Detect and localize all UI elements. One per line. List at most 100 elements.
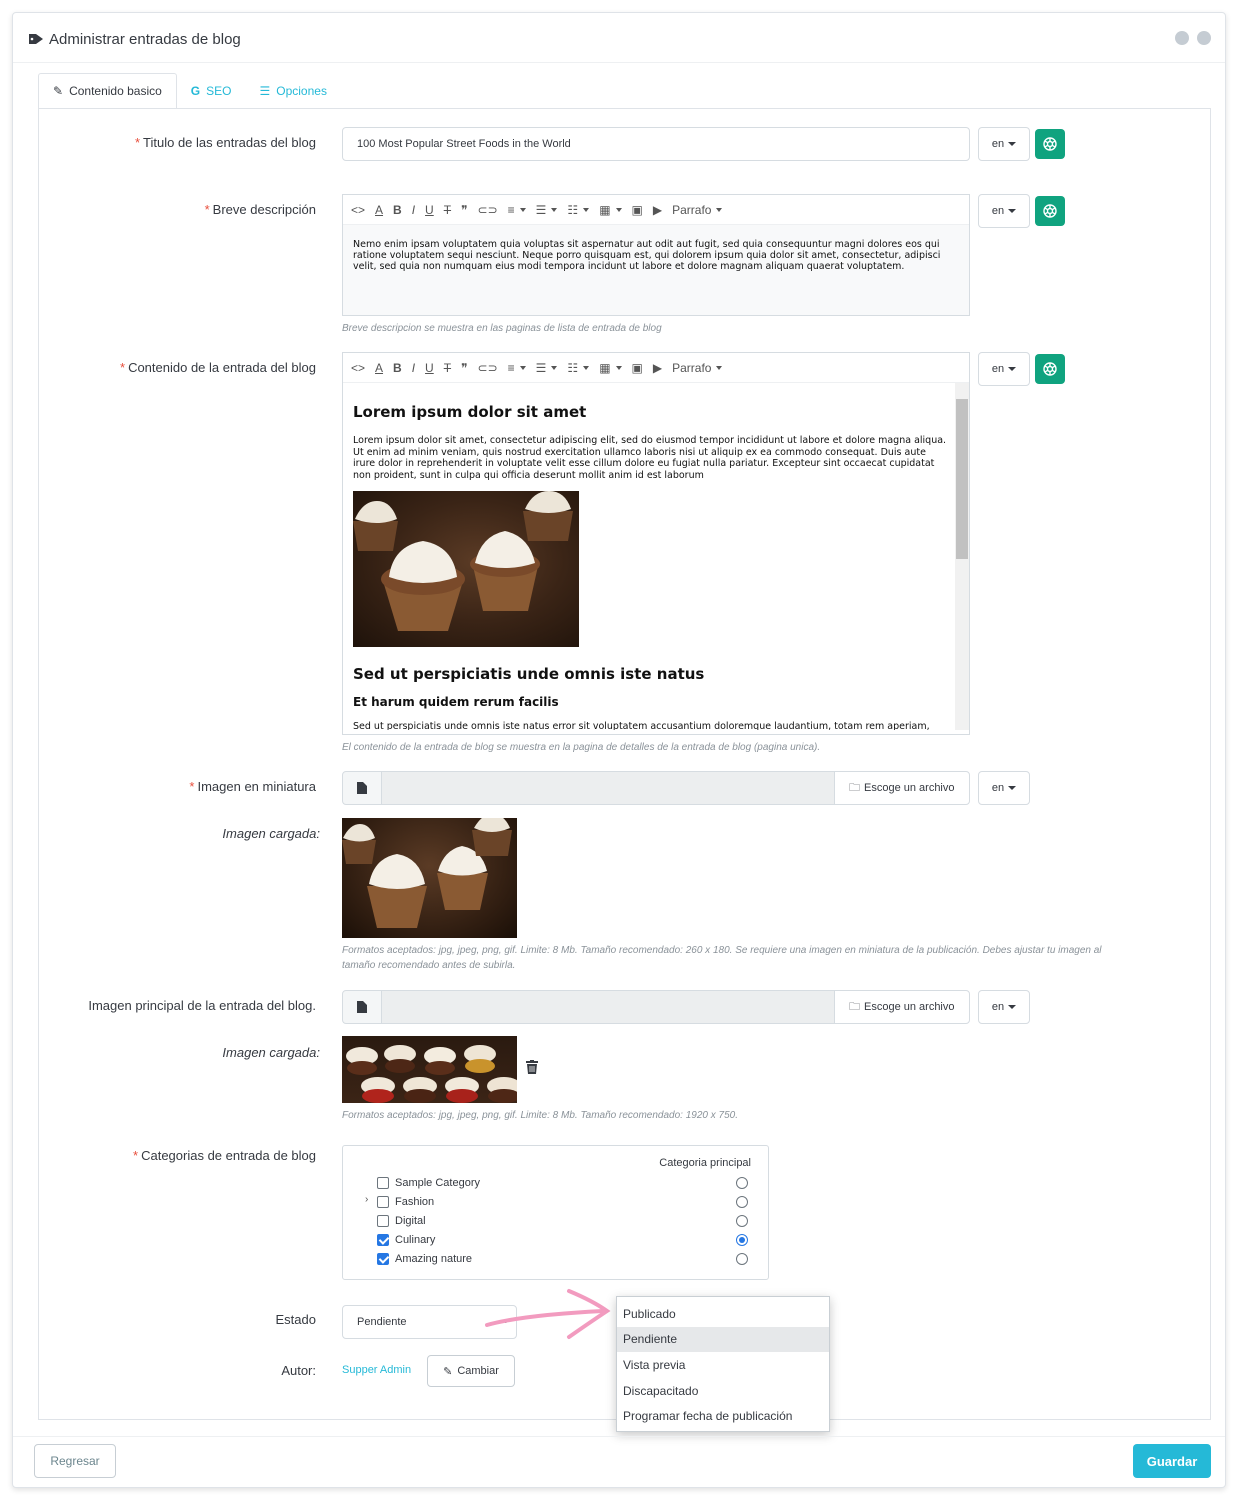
image-icon[interactable]: ▣ xyxy=(632,203,643,217)
main-image-choose-button[interactable]: 🗀 Escoge un archivo xyxy=(834,990,970,1024)
content-editor[interactable]: <> A B I U T ❞ ⊂⊃ ≡ ☰ ☷ ▦ ▣ ▶ Parrafo Lo… xyxy=(342,352,970,735)
bold-icon[interactable]: B xyxy=(393,361,402,375)
link-icon[interactable]: ⊂⊃ xyxy=(478,203,498,217)
status-option-preview[interactable]: Vista previa xyxy=(617,1352,829,1378)
checkbox[interactable] xyxy=(377,1253,389,1265)
footer-divider xyxy=(13,1436,1225,1437)
main-image-file-field[interactable] xyxy=(382,990,834,1024)
main-image-lang-dropdown[interactable]: en xyxy=(978,990,1030,1024)
underline-icon[interactable]: U xyxy=(425,361,434,375)
strikethrough-icon[interactable]: T xyxy=(444,203,451,217)
checkbox[interactable] xyxy=(377,1196,389,1208)
change-author-button[interactable]: ✎ Cambiar xyxy=(427,1355,515,1387)
bold-icon[interactable]: B xyxy=(393,203,402,217)
category-tree: Categoria principal Sample Category › Fa… xyxy=(342,1145,769,1280)
text-color-icon[interactable]: A xyxy=(375,361,383,375)
chatgpt-icon[interactable] xyxy=(1035,129,1065,159)
checkbox[interactable] xyxy=(377,1215,389,1227)
file-icon xyxy=(342,990,382,1024)
status-label: Estado xyxy=(275,1312,316,1327)
chevron-right-icon[interactable]: › xyxy=(365,1194,368,1205)
short-desc-lang-dropdown[interactable]: en xyxy=(978,194,1030,228)
status-option-pending[interactable]: Pendiente xyxy=(617,1326,829,1353)
edit-icon: ✎ xyxy=(53,84,64,98)
chatgpt-icon[interactable] xyxy=(1035,354,1065,384)
content-scrollbar[interactable] xyxy=(955,383,969,730)
zoom-icon[interactable] xyxy=(1175,31,1189,45)
annotation-arrow xyxy=(485,1289,611,1339)
italic-icon[interactable]: I xyxy=(412,203,415,217)
primary-category-radio[interactable] xyxy=(736,1215,748,1227)
author-link[interactable]: Supper Admin xyxy=(342,1364,411,1376)
status-option-published[interactable]: Publicado xyxy=(617,1301,829,1327)
category-item[interactable]: Sample Category xyxy=(377,1175,480,1191)
content-heading-1: Lorem ipsum dolor sit amet xyxy=(353,403,587,421)
main-image-file-input[interactable]: 🗀 Escoge un archivo xyxy=(342,990,970,1024)
code-view-icon[interactable]: <> xyxy=(351,203,365,217)
checkbox[interactable] xyxy=(377,1177,389,1189)
video-icon[interactable]: ▶ xyxy=(653,203,662,217)
italic-icon[interactable]: I xyxy=(412,361,415,375)
category-item[interactable]: Digital xyxy=(377,1213,426,1229)
status-option-schedule[interactable]: Programar fecha de publicación xyxy=(617,1403,829,1429)
cupcake-image xyxy=(353,491,579,647)
code-view-icon[interactable]: <> xyxy=(351,361,365,375)
video-icon[interactable]: ▶ xyxy=(653,361,662,375)
category-item[interactable]: Culinary xyxy=(377,1232,435,1248)
tab-basic-content[interactable]: ✎ Contenido basico xyxy=(38,73,177,109)
checkbox[interactable] xyxy=(377,1234,389,1246)
editor-toolbar: <> A B I U T ❞ ⊂⊃ ≡ ☰ ☷ ▦ ▣ ▶ Parrafo xyxy=(343,195,969,225)
image-icon[interactable]: ▣ xyxy=(632,361,643,375)
primary-category-radio[interactable] xyxy=(736,1234,748,1246)
content-lang-dropdown[interactable]: en xyxy=(978,352,1030,386)
paragraph-format-dropdown[interactable]: Parrafo xyxy=(672,203,723,217)
chatgpt-icon[interactable] xyxy=(1035,196,1065,226)
numbered-list-icon[interactable]: ☷ xyxy=(567,361,590,375)
table-icon[interactable]: ▦ xyxy=(599,203,622,217)
scroll-thumb[interactable] xyxy=(956,399,968,559)
thumbnail-lang-dropdown[interactable]: en xyxy=(978,771,1030,805)
tab-seo[interactable]: G SEO xyxy=(177,73,246,109)
thumbnail-file-field[interactable] xyxy=(382,771,834,805)
short-desc-editor[interactable]: <> A B I U T ❞ ⊂⊃ ≡ ☰ ☷ ▦ ▣ ▶ Parrafo Ne… xyxy=(342,194,970,316)
align-icon[interactable]: ≡ xyxy=(508,203,526,217)
status-dropdown-list[interactable]: Publicado Pendiente Vista previa Discapa… xyxy=(616,1296,830,1432)
add-circle-icon[interactable] xyxy=(1197,31,1211,45)
primary-category-radio[interactable] xyxy=(736,1196,748,1208)
panel-title: Administrar entradas de blog xyxy=(49,31,241,48)
primary-category-header: Categoria principal xyxy=(659,1157,751,1169)
content-label: * Contenido de la entrada del blog xyxy=(120,360,316,375)
thumbnail-label: * Imagen en miniatura xyxy=(189,779,316,794)
text-color-icon[interactable]: A xyxy=(375,203,383,217)
google-icon: G xyxy=(190,84,201,98)
bullet-list-icon[interactable]: ☰ xyxy=(536,361,558,375)
numbered-list-icon[interactable]: ☷ xyxy=(567,203,590,217)
quote-icon[interactable]: ❞ xyxy=(461,361,467,375)
underline-icon[interactable]: U xyxy=(425,203,434,217)
category-item[interactable]: Fashion xyxy=(377,1194,434,1210)
align-icon[interactable]: ≡ xyxy=(508,361,526,375)
short-desc-text[interactable]: Nemo enim ipsam voluptatem quia voluptas… xyxy=(343,225,969,315)
primary-category-radio[interactable] xyxy=(736,1177,748,1189)
trash-icon[interactable] xyxy=(526,1060,538,1074)
tag-icon xyxy=(29,34,43,44)
title-lang-dropdown[interactable]: en xyxy=(978,127,1030,161)
thumbnail-help: Formatos aceptados: jpg, jpeg, png, gif.… xyxy=(342,945,1102,971)
tab-options[interactable]: ☰ Opciones xyxy=(245,73,340,109)
table-icon[interactable]: ▦ xyxy=(599,361,622,375)
category-item[interactable]: Amazing nature xyxy=(377,1251,472,1267)
quote-icon[interactable]: ❞ xyxy=(461,203,467,217)
thumbnail-choose-button[interactable]: 🗀 Escoge un archivo xyxy=(834,771,970,805)
back-button[interactable]: Regresar xyxy=(34,1444,116,1478)
link-icon[interactable]: ⊂⊃ xyxy=(478,361,498,375)
content-text-area[interactable]: Lorem ipsum dolor sit amet Lorem ipsum d… xyxy=(343,383,969,730)
title-input[interactable]: 100 Most Popular Street Foods in the Wor… xyxy=(342,127,970,161)
paragraph-format-dropdown[interactable]: Parrafo xyxy=(672,361,723,375)
save-button[interactable]: Guardar xyxy=(1133,1444,1211,1478)
strikethrough-icon[interactable]: T xyxy=(444,361,451,375)
thumbnail-file-input[interactable]: 🗀 Escoge un archivo xyxy=(342,771,970,805)
bullet-list-icon[interactable]: ☰ xyxy=(536,203,558,217)
status-option-disabled[interactable]: Discapacitado xyxy=(617,1378,829,1404)
content-help: El contenido de la entrada de blog se mu… xyxy=(342,742,821,753)
primary-category-radio[interactable] xyxy=(736,1253,748,1265)
